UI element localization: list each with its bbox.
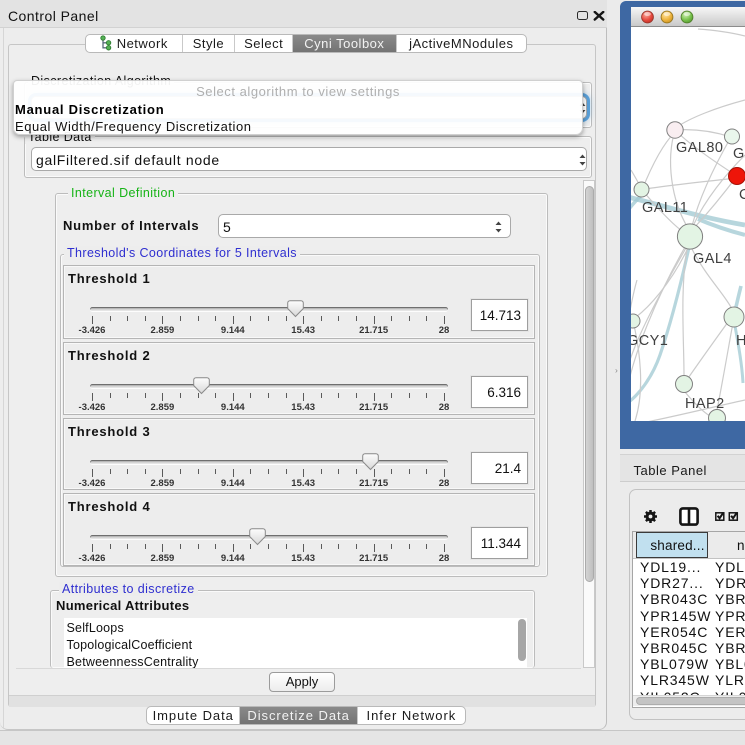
svg-text:GAL11: GAL11	[642, 200, 688, 216]
svg-text:C: C	[739, 187, 745, 203]
svg-text:GAL4: GAL4	[693, 251, 732, 267]
svg-text:GAL80: GAL80	[676, 140, 723, 156]
svg-text:GA: GA	[733, 146, 745, 162]
svg-text:H: H	[736, 333, 745, 349]
svg-text:GCY1: GCY1	[631, 333, 668, 349]
svg-text:HAP2: HAP2	[685, 396, 725, 412]
